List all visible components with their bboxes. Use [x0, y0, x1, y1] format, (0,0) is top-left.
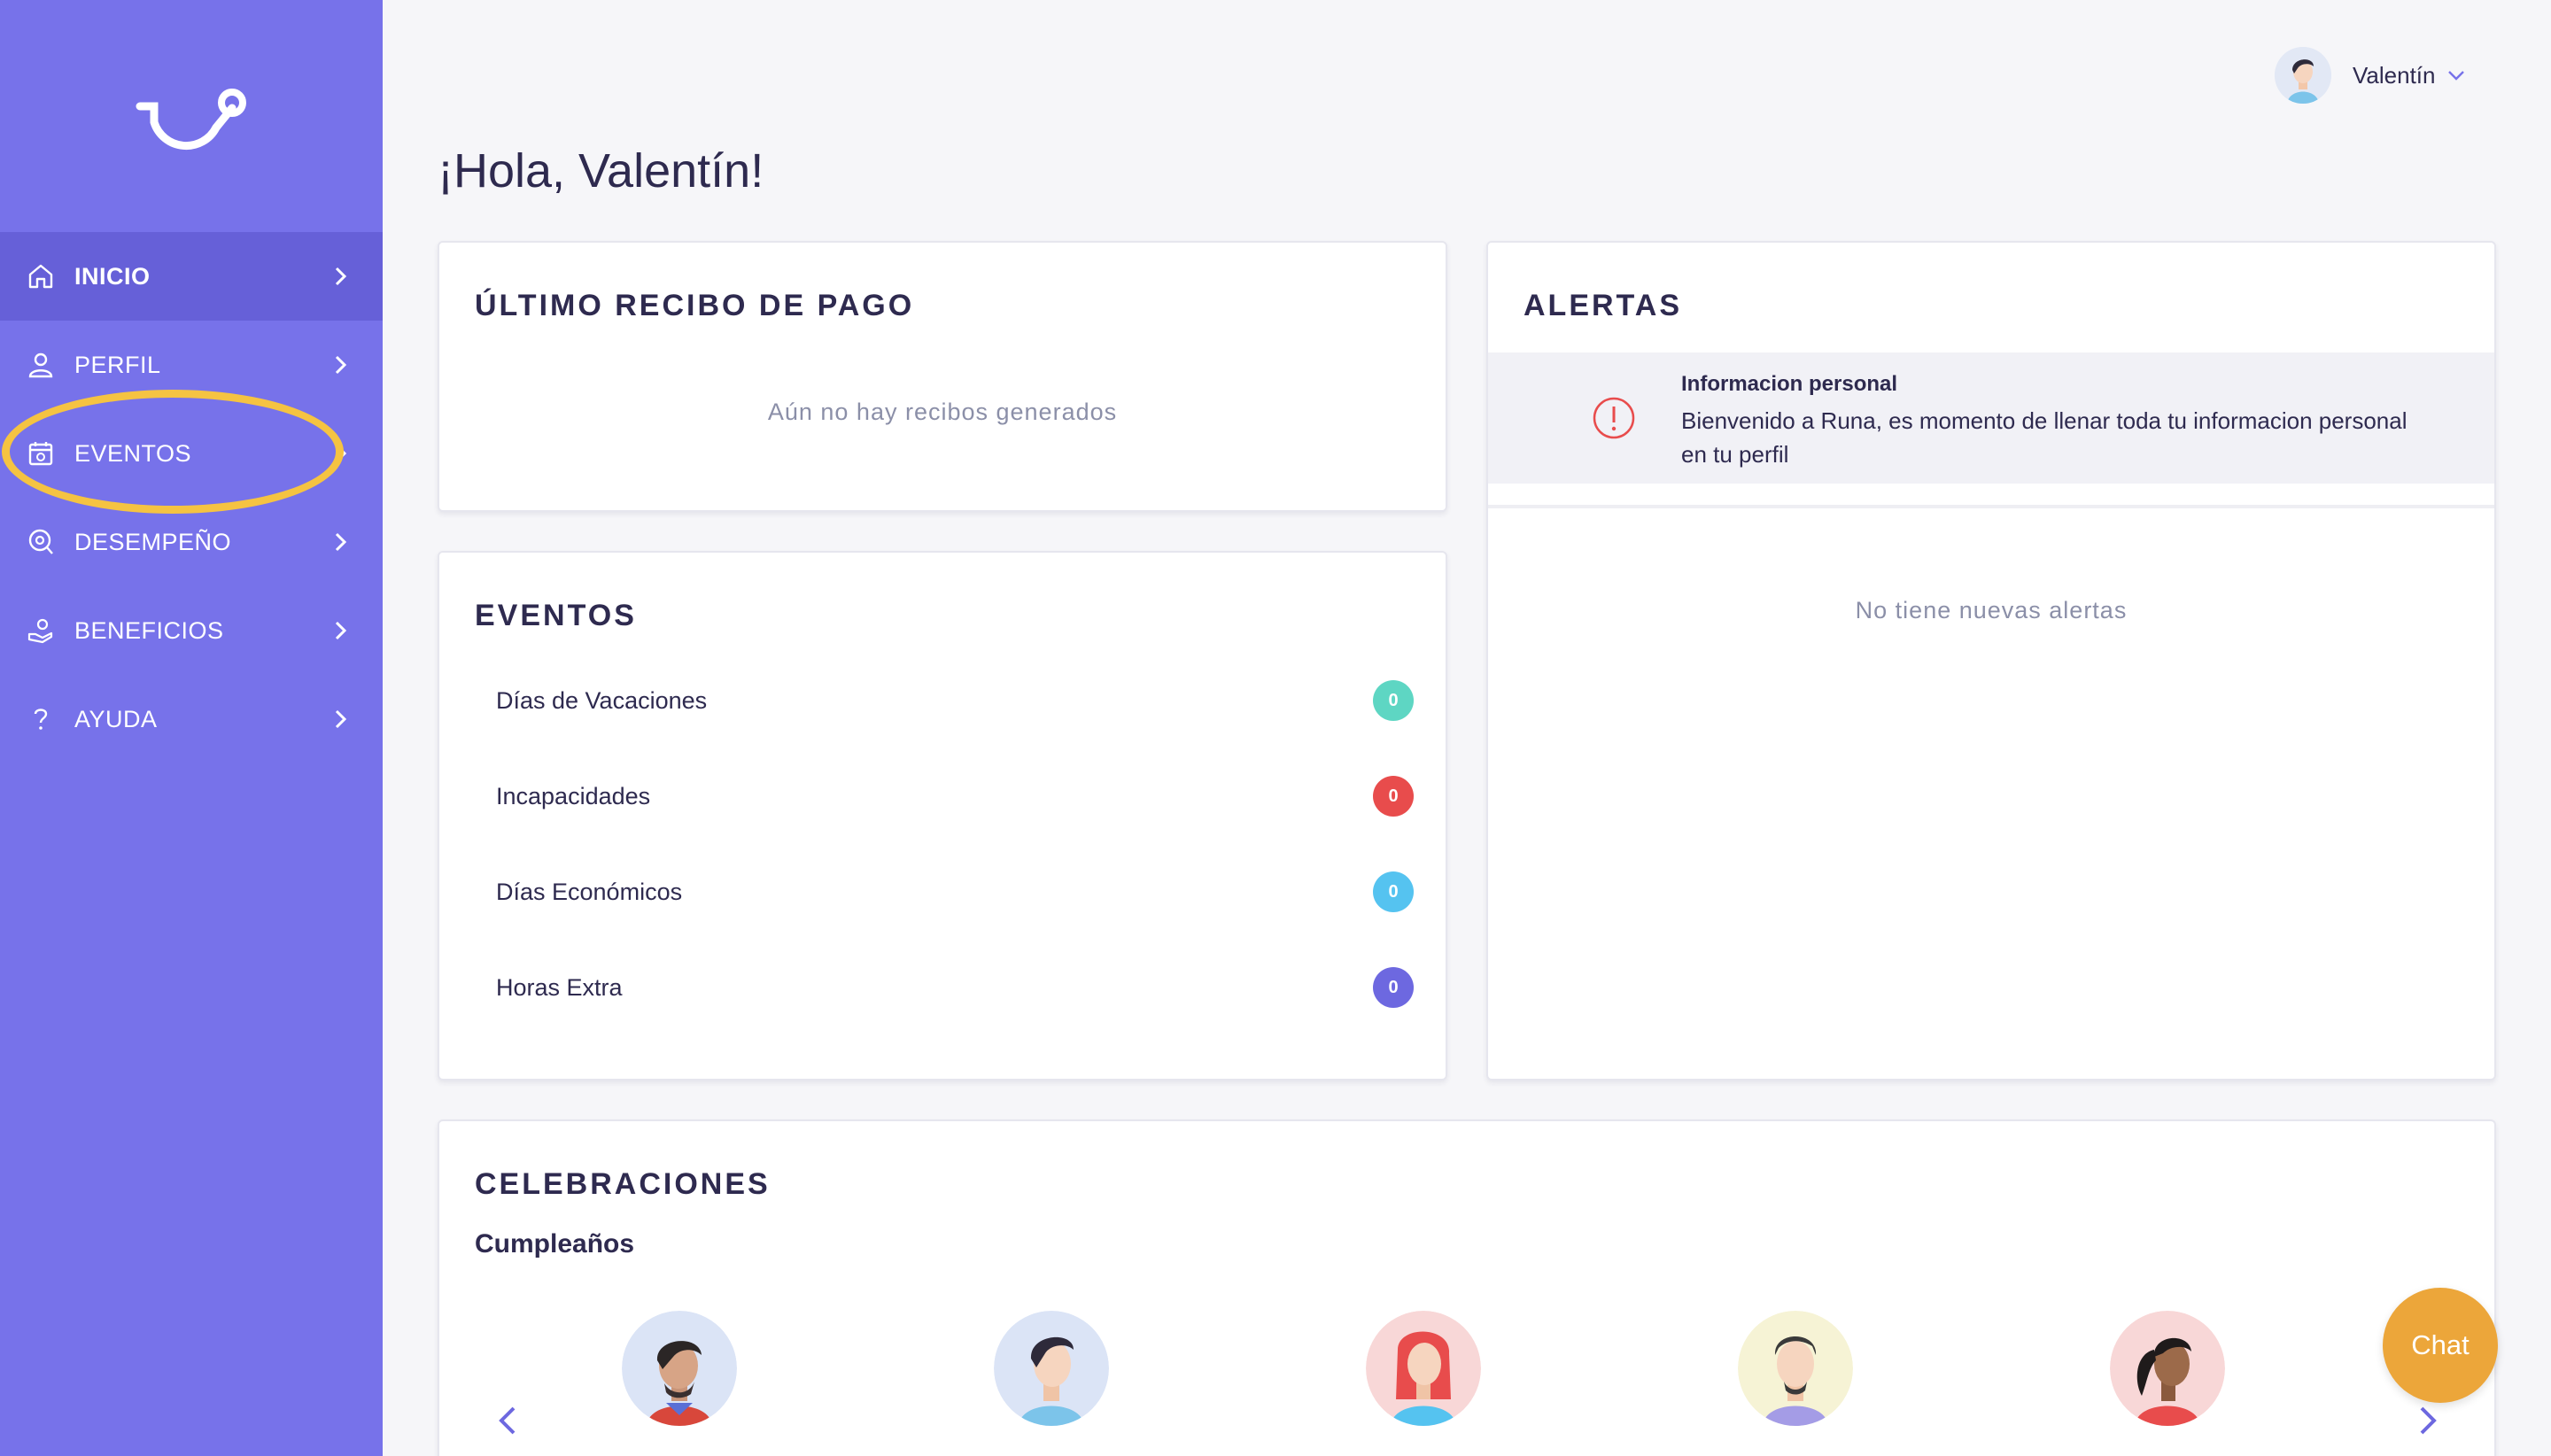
card-title: EVENTOS: [475, 599, 637, 632]
event-label: Días Económicos: [496, 878, 683, 905]
sidebar-item-label: INICIO: [74, 262, 151, 290]
chevron-right-icon: [335, 532, 347, 552]
sidebar-item-eventos[interactable]: EVENTOS: [0, 409, 383, 498]
birthdays-subtitle: Cumpleaños: [475, 1229, 635, 1259]
sidebar-item-inicio[interactable]: INICIO: [0, 232, 383, 321]
chevron-right-icon: [335, 355, 347, 375]
sidebar-item-label: EVENTOS: [74, 439, 192, 467]
celebrations-card: CELEBRACIONES Cumpleaños: [438, 1119, 2496, 1456]
alert-title: Informacion personal: [1681, 372, 1898, 396]
sidebar-item-desempeno[interactable]: DESEMPEÑO: [0, 498, 383, 586]
calendar-icon: [28, 442, 53, 466]
carousel-next-arrow-icon[interactable]: [2413, 1403, 2445, 1438]
avatar[interactable]: [1366, 1311, 1481, 1426]
carousel-prev-arrow-icon[interactable]: [491, 1403, 523, 1438]
user-icon: [28, 352, 53, 378]
chevron-down-icon: [2448, 71, 2465, 81]
alert-text: Bienvenido a Runa, es momento de llenar …: [1681, 407, 2408, 468]
page-title: ¡Hola, Valentín!: [438, 144, 764, 197]
alert-item[interactable]: Informacion personal Bienvenido a Runa, …: [1488, 352, 2494, 484]
avatar[interactable]: [1738, 1311, 1853, 1426]
event-row-vacaciones[interactable]: Días de Vacaciones 0: [496, 678, 1414, 723]
runa-logo[interactable]: [128, 81, 255, 167]
sidebar-item-perfil[interactable]: PERFIL: [0, 321, 383, 409]
alerts-card: ALERTAS Informacion personal Bienvenido …: [1486, 241, 2496, 1080]
event-row-incapacidades[interactable]: Incapacidades 0: [496, 774, 1414, 818]
divider: [1488, 505, 2494, 508]
sidebar: INICIO PERFIL EVENTOS DESEMPEÑO BENEFICI…: [0, 0, 383, 1456]
count-badge: 0: [1373, 967, 1414, 1008]
chevron-right-icon: [335, 267, 347, 286]
performance-icon: [28, 529, 53, 554]
event-label: Días de Vacaciones: [496, 686, 708, 714]
user-name: Valentín: [2353, 61, 2436, 89]
user-menu[interactable]: Valentín: [2275, 46, 2467, 105]
count-badge: 0: [1373, 680, 1414, 721]
card-title: CELEBRACIONES: [475, 1167, 771, 1201]
sidebar-item-beneficios[interactable]: BENEFICIOS: [0, 586, 383, 675]
card-title: ALERTAS: [1524, 289, 1683, 322]
sidebar-item-label: BENEFICIOS: [74, 616, 224, 644]
chevron-right-icon: [335, 709, 347, 729]
last-payslip-card: ÚLTIMO RECIBO DE PAGO Aún no hay recibos…: [438, 241, 1447, 512]
chevron-right-icon: [335, 621, 347, 640]
avatar[interactable]: [2110, 1311, 2225, 1426]
event-row-economicos[interactable]: Días Económicos 0: [496, 870, 1414, 914]
chevron-right-icon: [335, 444, 347, 463]
avatar[interactable]: [994, 1311, 1109, 1426]
empty-state-text: Aún no hay recibos generados: [767, 399, 1118, 425]
event-label: Incapacidades: [496, 782, 651, 809]
sidebar-item-ayuda[interactable]: AYUDA: [0, 675, 383, 763]
home-icon: [28, 264, 53, 289]
count-badge: 0: [1373, 776, 1414, 817]
event-label: Horas Extra: [496, 973, 623, 1001]
sidebar-item-label: DESEMPEÑO: [74, 528, 232, 555]
empty-state-text: No tiene nuevas alertas: [1855, 597, 2128, 623]
event-row-horas-extra[interactable]: Horas Extra 0: [496, 965, 1414, 1010]
sidebar-item-label: AYUDA: [74, 705, 158, 732]
alert-icon: [1593, 397, 1635, 439]
avatar: [2275, 47, 2331, 104]
benefits-icon: [27, 618, 53, 644]
count-badge: 0: [1373, 871, 1414, 912]
avatar[interactable]: [622, 1311, 737, 1426]
help-icon: [34, 709, 48, 730]
chat-button[interactable]: Chat: [2383, 1288, 2498, 1403]
events-card: EVENTOS Días de Vacaciones 0 Incapacidad…: [438, 551, 1447, 1080]
sidebar-item-label: PERFIL: [74, 351, 161, 378]
card-title: ÚLTIMO RECIBO DE PAGO: [475, 289, 915, 322]
